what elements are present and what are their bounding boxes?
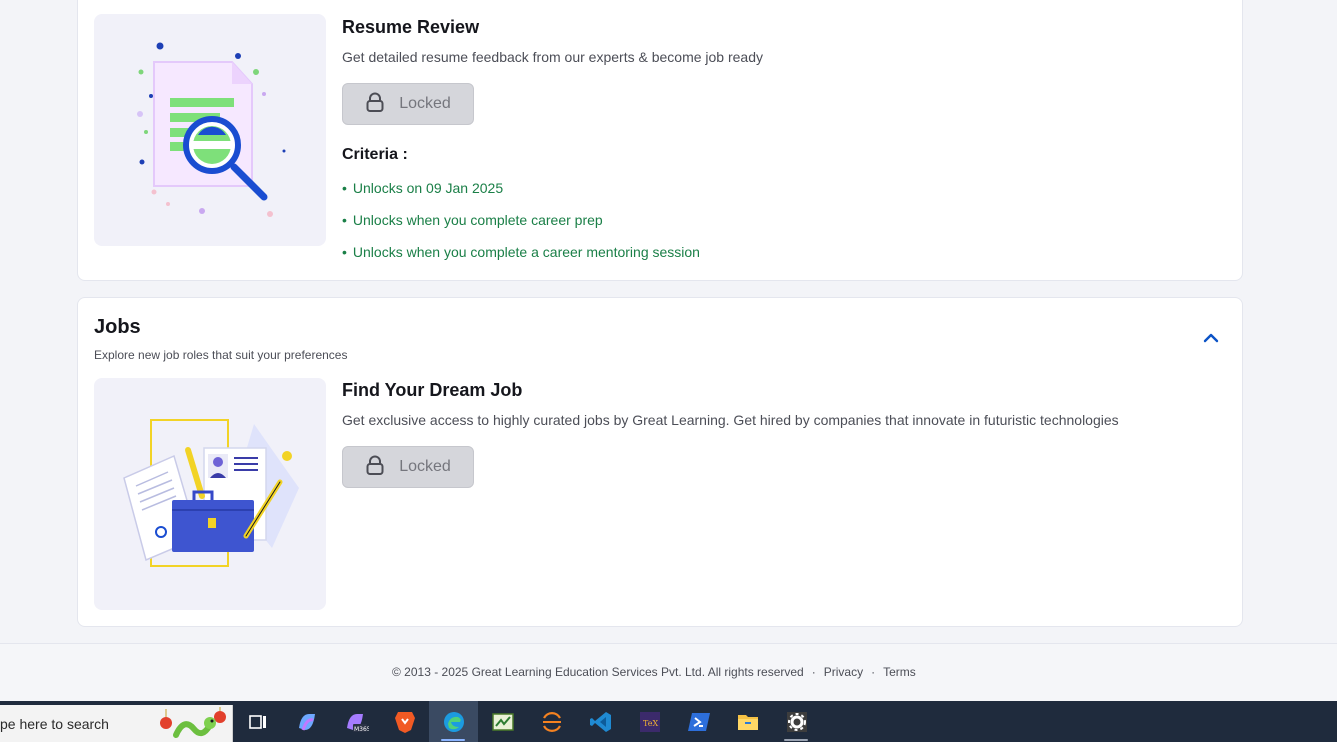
active-app-indicator bbox=[441, 739, 465, 741]
footer-separator: · bbox=[871, 665, 876, 679]
criteria-item: Unlocks on 09 Jan 2025 bbox=[342, 180, 700, 212]
cmd-app-icon[interactable] bbox=[478, 701, 527, 742]
jobs-section-title: Jobs bbox=[94, 316, 141, 338]
svg-text:TeX: TeX bbox=[643, 719, 658, 728]
dream-job-title: Find Your Dream Job bbox=[342, 380, 523, 400]
eclipse-icon[interactable] bbox=[527, 701, 576, 742]
copilot-icon[interactable] bbox=[282, 701, 331, 742]
svg-text:M365: M365 bbox=[354, 726, 369, 733]
jobs-section-subtitle: Explore new job roles that suit your pre… bbox=[94, 348, 348, 362]
resume-review-card: Resume Review Get detailed resume feedba… bbox=[77, 0, 1243, 281]
windows-taskbar: pe here to search M365 TeX bbox=[0, 701, 1337, 742]
footer-separator: · bbox=[811, 665, 816, 679]
criteria-list: Unlocks on 09 Jan 2025 Unlocks when you … bbox=[342, 180, 700, 276]
copyright-text: © 2013 - 2025 Great Learning Education S… bbox=[392, 665, 804, 679]
collapse-button[interactable] bbox=[1198, 328, 1224, 350]
edge-icon[interactable] bbox=[429, 701, 478, 742]
privacy-link[interactable]: Privacy bbox=[824, 665, 863, 679]
brave-icon[interactable] bbox=[380, 701, 429, 742]
resume-review-description: Get detailed resume feedback from our ex… bbox=[342, 49, 763, 65]
lock-icon bbox=[365, 92, 385, 117]
task-view-icon[interactable] bbox=[233, 701, 282, 742]
lunar-new-year-snake-icon bbox=[158, 707, 230, 742]
chevron-up-icon bbox=[1203, 330, 1219, 348]
vscode-icon[interactable] bbox=[576, 701, 625, 742]
tex-icon[interactable]: TeX bbox=[625, 701, 674, 742]
criteria-label: Criteria : bbox=[342, 146, 408, 163]
page-footer: © 2013 - 2025 Great Learning Education S… bbox=[0, 643, 1337, 701]
resume-review-locked-button[interactable]: Locked bbox=[342, 83, 474, 125]
taskbar-search-box[interactable]: pe here to search bbox=[0, 705, 233, 742]
m365-copilot-icon[interactable]: M365 bbox=[331, 701, 380, 742]
powershell-icon[interactable] bbox=[674, 701, 723, 742]
locked-label: Locked bbox=[399, 458, 451, 475]
terms-link[interactable]: Terms bbox=[883, 665, 916, 679]
resume-review-title: Resume Review bbox=[342, 17, 480, 37]
active-app-indicator bbox=[784, 739, 808, 741]
resume-review-illustration bbox=[94, 14, 326, 246]
dream-job-illustration bbox=[94, 378, 326, 610]
settings-icon[interactable] bbox=[772, 701, 821, 742]
criteria-item: Unlocks when you complete career prep bbox=[342, 212, 700, 244]
jobs-section: Jobs Explore new job roles that suit you… bbox=[77, 297, 1243, 627]
taskbar-search-placeholder: pe here to search bbox=[0, 716, 109, 732]
dream-job-description: Get exclusive access to highly curated j… bbox=[342, 412, 1119, 428]
criteria-item: Unlocks when you complete a career mento… bbox=[342, 244, 700, 276]
file-explorer-icon[interactable] bbox=[723, 701, 772, 742]
locked-label: Locked bbox=[399, 95, 451, 112]
dream-job-locked-button[interactable]: Locked bbox=[342, 446, 474, 488]
lock-icon bbox=[365, 455, 385, 480]
